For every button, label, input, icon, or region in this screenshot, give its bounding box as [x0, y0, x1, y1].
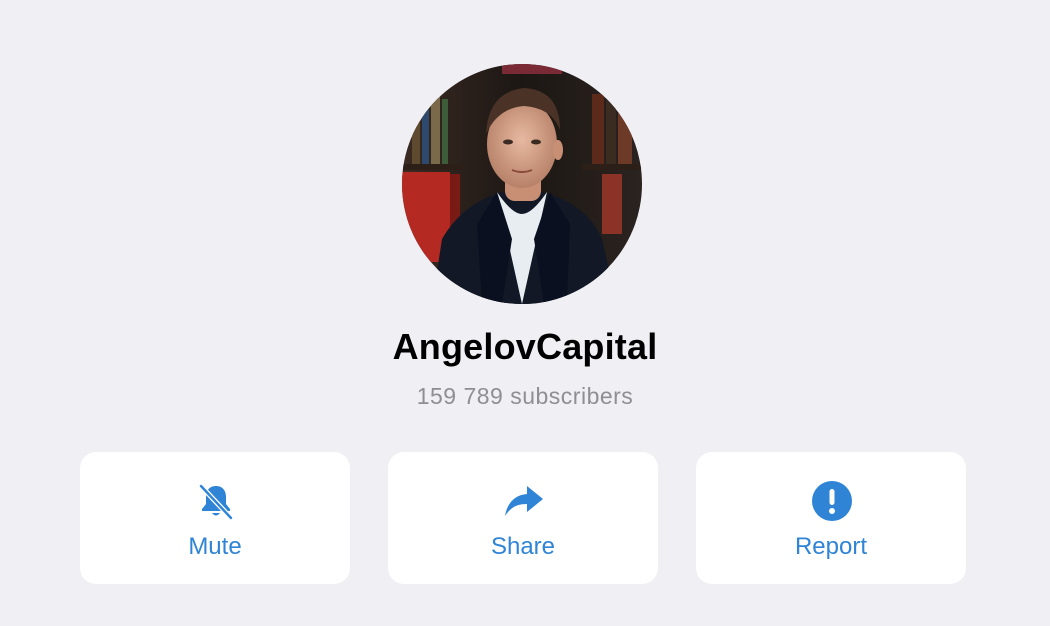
subscriber-count: 159 789 subscribers: [416, 383, 634, 409]
channel-avatar[interactable]: [402, 64, 642, 304]
report-button[interactable]: Report: [696, 452, 966, 584]
share-label: Share: [490, 533, 556, 560]
avatar-photo: [402, 64, 642, 304]
channel-name: AngelovCapital: [392, 326, 658, 367]
report-label: Report: [794, 533, 868, 560]
share-arrow-icon: [503, 480, 545, 522]
share-button[interactable]: Share: [388, 452, 658, 584]
exclamation-circle-icon: [811, 480, 853, 522]
bell-slash-icon: [195, 480, 237, 522]
mute-label: Mute: [188, 533, 242, 560]
mute-button[interactable]: Mute: [80, 452, 350, 584]
